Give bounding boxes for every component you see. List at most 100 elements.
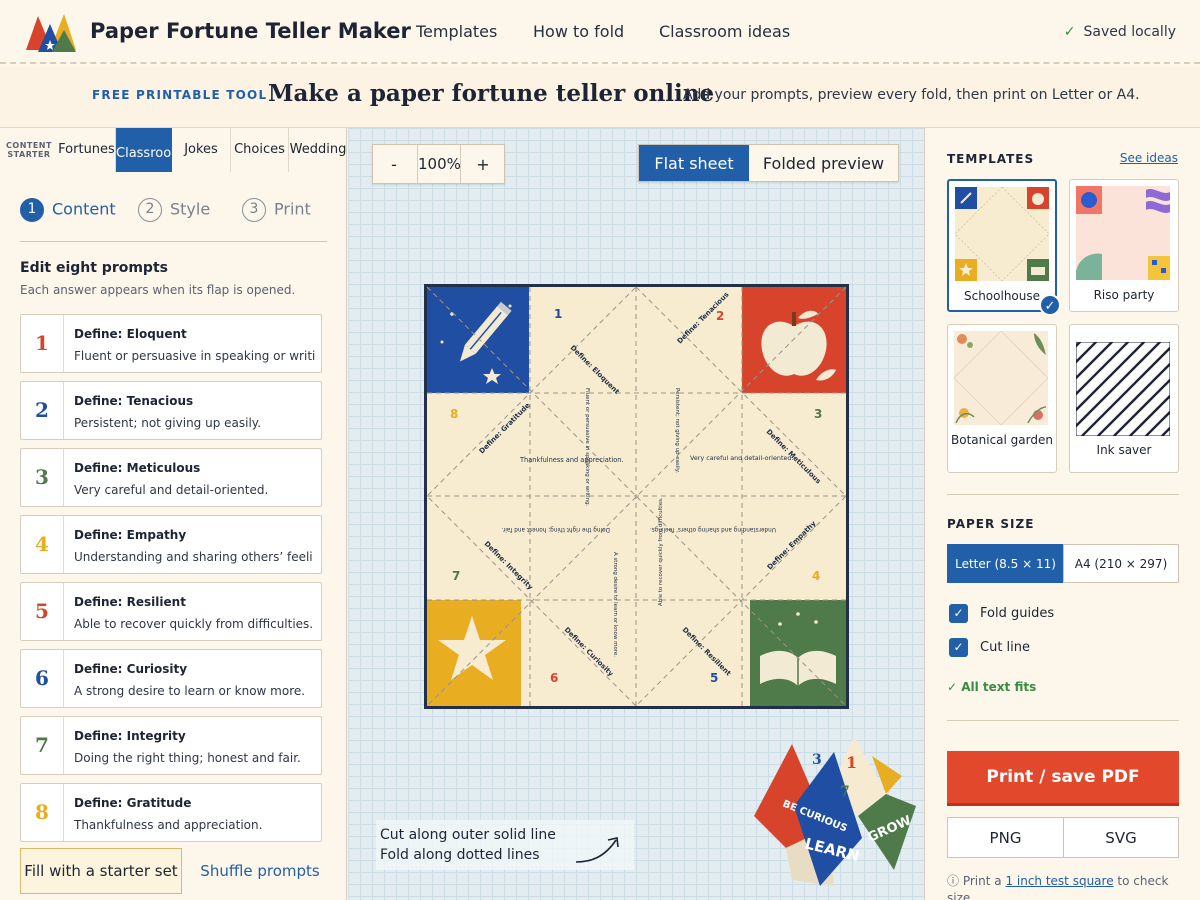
template-label: Botanical garden xyxy=(951,433,1053,447)
template-thumbnail xyxy=(1076,186,1170,280)
prompt-answer-field[interactable]: Fluent or persuasive in speaking or writ… xyxy=(74,349,318,363)
starter-tab-wedding[interactable]: Wedding xyxy=(289,128,346,172)
template-ink-saver[interactable]: Ink saver xyxy=(1069,324,1179,473)
logo-icon[interactable] xyxy=(22,10,78,54)
prompt-number: 8 xyxy=(21,784,64,841)
prompt-title-field[interactable]: Define: Curiosity xyxy=(74,662,187,676)
check-icon: ✓ xyxy=(1063,24,1076,40)
prompt-title-field[interactable]: Define: Tenacious xyxy=(74,394,193,408)
paper-letter-button[interactable]: Letter (8.5 × 11) xyxy=(947,544,1064,583)
shuffle-prompts-button[interactable]: Shuffle prompts xyxy=(198,848,322,894)
starter-tab-fortunes[interactable]: Fortunes xyxy=(58,128,116,172)
settings-panel: TEMPLATES See ideas Schoolhouse ✓ Riso p… xyxy=(924,128,1200,900)
prompt-card-5[interactable]: 5 Define: Resilient Able to recover quickl… xyxy=(20,582,322,641)
flap-answer: Doing the right thing; honest and fair. xyxy=(501,526,610,532)
prompt-number: 2 xyxy=(21,382,64,439)
fold-guides-label: Fold guides xyxy=(980,606,1055,621)
flap-number: 7 xyxy=(452,569,460,583)
step-label: Style xyxy=(170,199,211,219)
flap-answer: Very careful and detail-oriented. xyxy=(690,454,793,462)
prompt-answer-field[interactable]: Very careful and detail-oriented. xyxy=(74,483,318,497)
flap-number: 3 xyxy=(814,407,822,421)
flap-answer: Able to recover quickly from difficultie… xyxy=(658,497,664,606)
prompt-answer-field[interactable]: Thankfulness and appreciation. xyxy=(74,818,318,832)
flap-number: 6 xyxy=(550,671,558,685)
flap-answer: Fluent or persuasive in speaking or writ… xyxy=(584,388,590,507)
prompt-title-field[interactable]: Define: Resilient xyxy=(74,595,186,609)
save-status-text: Saved locally xyxy=(1083,24,1177,40)
prompt-answer-field[interactable]: Doing the right thing; honest and fair. xyxy=(74,751,318,765)
templates-heading: TEMPLATES xyxy=(947,152,1035,166)
step-label: Content xyxy=(52,199,116,219)
prompt-number: 1 xyxy=(21,315,64,372)
prompt-card-7[interactable]: 7 Define: Integrity Doing the right thing;… xyxy=(20,716,322,775)
prompt-answer-field[interactable]: Persistent; not giving up easily. xyxy=(74,416,318,430)
export-svg-button[interactable]: SVG xyxy=(1063,817,1179,858)
starter-tab-jokes[interactable]: Jokes xyxy=(172,128,231,172)
zoom-in-button[interactable]: + xyxy=(462,145,504,183)
prompt-card-6[interactable]: 6 Define: Curiosity A strong desire to lea… xyxy=(20,649,322,708)
flap-number: 4 xyxy=(812,569,820,583)
view-toggle: Flat sheet Folded preview xyxy=(638,144,899,182)
prompt-title-field[interactable]: Define: Eloquent xyxy=(74,327,187,341)
flap-answer: Thankfulness and appreciation. xyxy=(519,456,624,464)
nav-templates[interactable]: Templates xyxy=(416,22,497,41)
app-title: Paper Fortune Teller Maker xyxy=(90,19,411,43)
zoom-out-button[interactable]: - xyxy=(373,145,415,183)
step-print[interactable]: 3 Print xyxy=(242,198,311,222)
nav-how-to-fold[interactable]: How to fold xyxy=(533,22,624,41)
folded-preview-button[interactable]: Folded preview xyxy=(749,145,898,181)
prompt-title-field[interactable]: Define: Meticulous xyxy=(74,461,200,475)
prompt-card-8[interactable]: 8 Define: Gratitude Thankfulness and appre… xyxy=(20,783,322,842)
editor-heading: Edit eight prompts xyxy=(20,260,168,276)
prompt-card-1[interactable]: 1 Define: Eloquent Fluent or persuasive in… xyxy=(20,314,322,373)
starter-tab-classroom-quiz[interactable]: Classroom quiz xyxy=(116,128,172,172)
editor-subheading: Each answer appears when its flap is ope… xyxy=(20,283,296,297)
zoom-control: - 100% + xyxy=(372,144,505,184)
prompt-answer-field[interactable]: Understanding and sharing others’ feeli xyxy=(74,550,318,564)
template-label: Riso party xyxy=(1093,288,1155,302)
folded-label: 7 xyxy=(840,784,850,800)
corner-star xyxy=(427,600,521,706)
prompt-answer-field[interactable]: A strong desire to learn or know more. xyxy=(74,684,318,698)
folded-label: 1 xyxy=(846,753,857,772)
fold-guides-checkbox[interactable]: ✓ Fold guides xyxy=(949,604,1054,623)
hint-text: Print a xyxy=(962,874,1002,888)
cut-line-label: Cut line xyxy=(980,640,1031,655)
cut-line-checkbox[interactable]: ✓ Cut line xyxy=(949,638,1030,657)
checkbox-check-icon: ✓ xyxy=(949,604,968,623)
template-schoolhouse[interactable]: Schoolhouse xyxy=(947,179,1057,312)
prompt-title-field[interactable]: Define: Empathy xyxy=(74,528,186,542)
step-content[interactable]: 1 Content xyxy=(20,198,116,222)
folded-label: 3 xyxy=(812,752,822,768)
fit-status: ✓ All text fits xyxy=(947,680,1036,694)
step-style[interactable]: 2 Style xyxy=(138,198,210,222)
starter-tab-choices[interactable]: Choices xyxy=(231,128,289,172)
fill-starter-button[interactable]: Fill with a starter set xyxy=(20,848,182,894)
prompt-number: 6 xyxy=(21,650,64,707)
template-botanical-garden[interactable]: Botanical garden xyxy=(947,324,1057,473)
zoom-level: 100% xyxy=(417,145,461,183)
paper-a4-button[interactable]: A4 (210 × 297) xyxy=(1063,544,1179,583)
prompt-title-field[interactable]: Define: Gratitude xyxy=(74,796,191,810)
test-square-link[interactable]: 1 inch test square xyxy=(1005,874,1113,888)
export-png-button[interactable]: PNG xyxy=(947,817,1064,858)
print-pdf-button[interactable]: Print / save PDF xyxy=(947,751,1179,806)
flat-sheet-button[interactable]: Flat sheet xyxy=(639,145,749,181)
flap-number: 5 xyxy=(710,671,718,685)
fortune-teller-sheet[interactable]: 1 2 3 4 5 6 7 8 Define: Eloquent Define:… xyxy=(424,284,849,709)
step-number: 2 xyxy=(138,198,162,222)
checkbox-check-icon: ✓ xyxy=(949,638,968,657)
top-bar: Paper Fortune Teller Maker Templates How… xyxy=(0,0,1200,64)
flap-answer: Persistent; not giving up easily. xyxy=(674,388,680,473)
nav-classroom-ideas[interactable]: Classroom ideas xyxy=(659,22,790,41)
prompt-answer-field[interactable]: Able to recover quickly from difficultie… xyxy=(74,617,318,631)
template-riso-party[interactable]: Riso party xyxy=(1069,179,1179,312)
prompt-card-3[interactable]: 3 Define: Meticulous Very careful and deta… xyxy=(20,448,322,507)
selected-check-icon: ✓ xyxy=(1039,294,1061,316)
see-ideas-link[interactable]: See ideas xyxy=(1120,151,1178,165)
prompt-title-field[interactable]: Define: Integrity xyxy=(74,729,186,743)
prompt-card-2[interactable]: 2 Define: Tenacious Persistent; not giving… xyxy=(20,381,322,440)
preview-canvas[interactable]: - 100% + Flat sheet Folded preview 1 2 3… xyxy=(348,128,924,900)
prompt-card-4[interactable]: 4 Define: Empathy Understanding and sharin… xyxy=(20,515,322,574)
